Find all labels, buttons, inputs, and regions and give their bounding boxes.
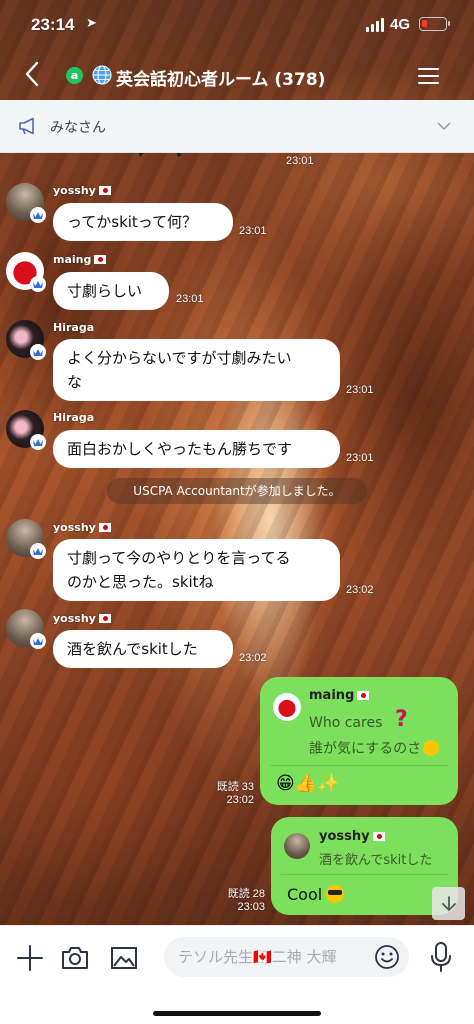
chat-room-title: 英会話初心者ルーム (378) [116, 70, 326, 90]
crown-icon [30, 344, 46, 360]
message-time: 23:01 [239, 225, 267, 237]
japan-flag-icon [98, 614, 111, 623]
read-receipt: 既読 33 23:02 [216, 781, 254, 806]
quoted-avatar [284, 833, 310, 859]
system-message: USCPA Accountantが参加しました。 [107, 478, 367, 504]
megaphone-icon [19, 117, 34, 135]
sunglasses-emoji-icon [326, 885, 345, 903]
my-message-bubble[interactable]: maing Who cares ? 誰が気にするのさ 😁👍✨ [260, 677, 458, 805]
japan-flag-icon [98, 186, 111, 195]
quoted-text: 酒を飲んでskitした [319, 853, 433, 868]
read-receipt: 既読 28 23:03 [227, 888, 265, 913]
message-bubble[interactable]: 寸劇って今のやりとりを言ってる のかと思った。skitね [53, 539, 340, 601]
battery-icon [419, 17, 450, 31]
sender-name: maing [53, 253, 107, 266]
crown-icon [30, 434, 46, 450]
reply-emoji: 😁👍✨ [276, 773, 340, 794]
network-type: 4G [390, 16, 411, 33]
message-time: 23:02 [346, 584, 374, 596]
message-input-box[interactable] [164, 937, 409, 977]
camera-icon[interactable] [61, 946, 89, 970]
quoted-sender: maing [309, 688, 370, 703]
avatar[interactable] [6, 320, 50, 364]
avatar[interactable] [6, 519, 50, 563]
crown-icon [30, 276, 46, 292]
sender-name: Hiraga [53, 321, 95, 334]
quoted-sender: yosshy [319, 829, 385, 844]
chat-message-list[interactable]: 23:01 yosshy ってかskitって何？ 23:01 maing 寸劇ら… [0, 153, 474, 925]
quoted-avatar [273, 693, 301, 721]
smile-icon [423, 740, 440, 756]
avatar[interactable] [6, 609, 50, 653]
announcement-bar[interactable]: みなさん [0, 100, 474, 153]
avatar[interactable] [6, 410, 50, 454]
scroll-to-bottom-button[interactable] [432, 887, 465, 920]
back-arrow-icon[interactable] [24, 60, 40, 95]
avatar[interactable] [6, 252, 50, 296]
quote-divider [270, 765, 448, 766]
question-mark-icon: ? [395, 707, 408, 732]
crown-icon [30, 207, 46, 223]
crown-icon [30, 633, 46, 649]
emoji-icon[interactable] [374, 944, 400, 970]
message-time: 23:01 [346, 452, 374, 464]
sticker-fragment [138, 153, 182, 157]
open-chat-badge-icon: a [66, 67, 83, 84]
signal-icon [366, 18, 384, 32]
home-indicator [153, 1011, 321, 1016]
message-time: 23:01 [176, 293, 204, 305]
message-time: 23:01 [346, 384, 374, 396]
message-bubble[interactable]: 寸劇らしい [53, 272, 169, 310]
announcement-label: みなさん [50, 120, 106, 136]
plus-icon[interactable] [16, 944, 44, 972]
quoted-text: Who cares [309, 715, 383, 731]
crown-icon [30, 543, 46, 559]
chat-header: a 英会話初心者ルーム (378) [0, 50, 474, 100]
japan-flag-icon [372, 832, 385, 841]
sender-name: yosshy [53, 521, 111, 534]
chevron-down-icon[interactable] [436, 118, 452, 134]
japan-flag-icon [98, 523, 111, 532]
message-bubble[interactable]: よく分からないですが寸劇みたいな [53, 339, 340, 401]
message-bubble[interactable]: 酒を飲んでskitした [53, 630, 233, 668]
my-message-bubble[interactable]: yosshy 酒を飲んでskitした Cool [271, 817, 458, 915]
image-icon[interactable] [110, 946, 138, 970]
status-time: 23:14 [31, 15, 75, 34]
globe-icon [92, 65, 112, 90]
japan-flag-icon [357, 691, 370, 700]
message-bubble[interactable]: ってかskitって何？ [53, 203, 233, 241]
japan-flag-icon [94, 255, 107, 264]
sender-name: yosshy [53, 184, 111, 197]
arrow-down-icon [441, 895, 456, 911]
avatar[interactable] [6, 183, 50, 227]
message-input[interactable] [178, 937, 368, 977]
quote-divider [281, 874, 448, 875]
status-bar: 23:14 ➤ 4G [0, 0, 474, 50]
message-time: 23:01 [286, 155, 314, 167]
message-bubble[interactable]: 面白おかしくやったもん勝ちです [53, 430, 340, 468]
sender-name: yosshy [53, 612, 111, 625]
location-arrow-icon: ➤ [86, 15, 97, 30]
reply-text: Cool [287, 885, 345, 904]
message-time: 23:02 [239, 652, 267, 664]
microphone-icon[interactable] [430, 942, 452, 972]
sender-name: Hiraga [53, 411, 95, 424]
hamburger-menu-icon[interactable] [418, 68, 439, 84]
quoted-text: 誰が気にするのさ [309, 738, 440, 758]
message-composer [0, 925, 474, 1024]
